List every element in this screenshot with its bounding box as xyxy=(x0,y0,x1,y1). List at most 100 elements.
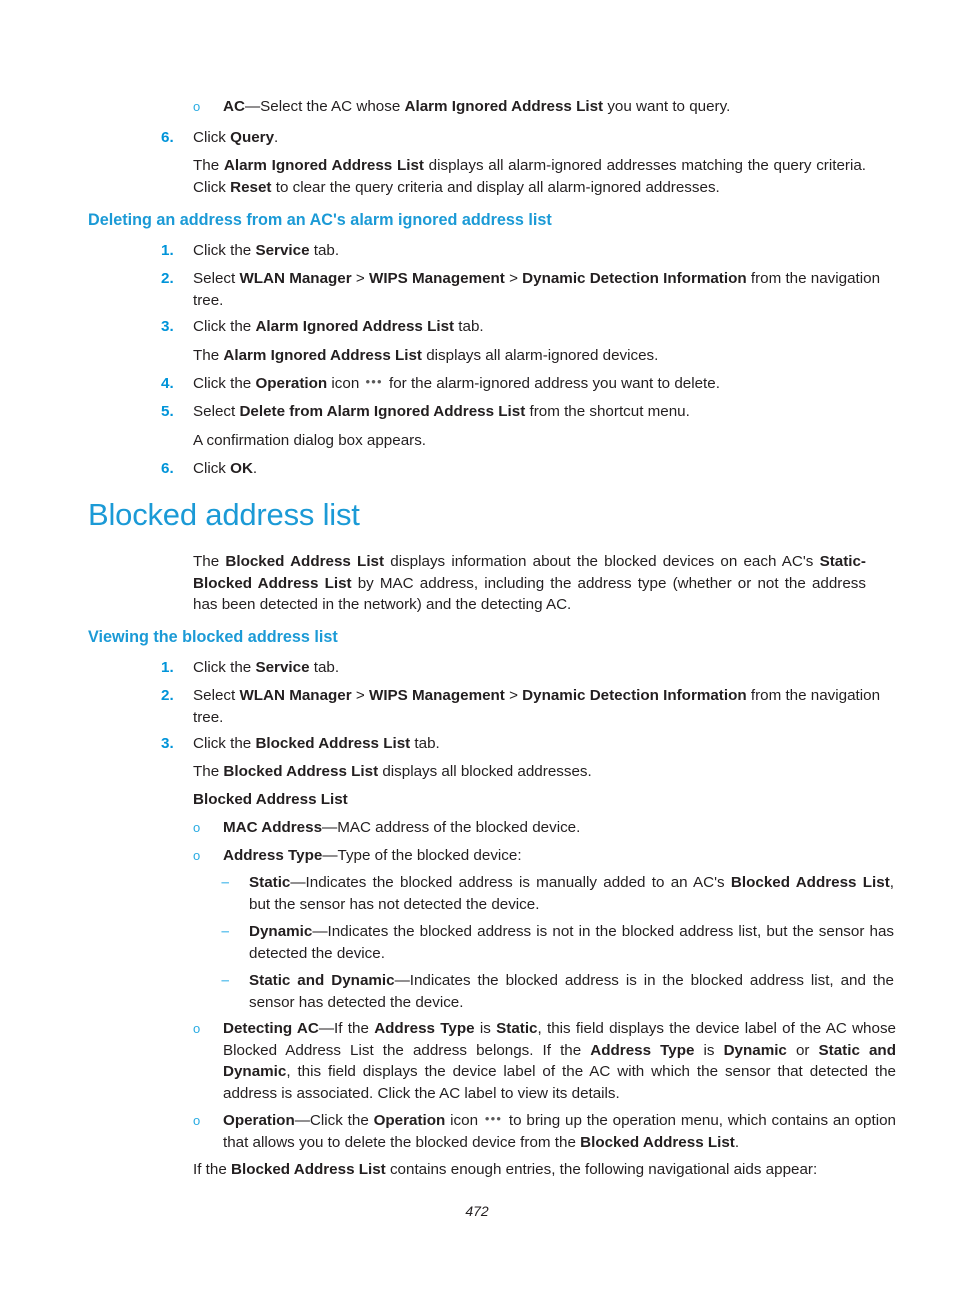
detecting-ac-p1: —If the xyxy=(318,1020,375,1037)
ui-service-tab-label: Service xyxy=(255,242,310,259)
para-post: contains enough entries, the following n… xyxy=(385,1161,818,1178)
step-pre: Click xyxy=(193,460,231,477)
step-pre: Click xyxy=(193,129,231,146)
step-number: 3. xyxy=(161,735,174,752)
circle-bullet-icon: o xyxy=(193,820,201,835)
step-click-blocked-address-list-tab: 3. Click the Blocked Address List tab. xyxy=(161,733,898,755)
field-name-detecting-ac: Detecting AC xyxy=(223,1020,319,1037)
step-select-delete-from-alarm-ignored-list: 5. Select Delete from Alarm Ignored Addr… xyxy=(161,401,898,423)
step-select-navigation-path: 2. Select WLAN Manager > WIPS Management… xyxy=(161,685,898,728)
step-number: 2. xyxy=(161,687,174,704)
term-alarm-ignored-address-list: Alarm Ignored Address List xyxy=(404,98,604,115)
nav-separator: > xyxy=(351,270,369,287)
nav-separator: > xyxy=(504,687,523,704)
step-pre: Click the xyxy=(193,375,256,392)
circle-bullet-icon: o xyxy=(193,848,201,863)
step-pre: Select xyxy=(193,403,240,420)
step-click-service-tab: 1. Click the Service tab. xyxy=(161,657,898,679)
ac-desc-text: —Select the AC whose xyxy=(244,98,405,115)
step-click-operation-icon: 4. Click the Operation icon ••• for the … xyxy=(161,373,898,395)
term-address-type: Address Type xyxy=(590,1041,695,1059)
step-number: 1. xyxy=(161,659,174,676)
field-name-address-type: Address Type xyxy=(223,847,323,864)
para-post: to clear the query criteria and display … xyxy=(271,178,720,196)
field-desc-address-type: —Type of the blocked device: xyxy=(322,847,522,864)
step-number: 4. xyxy=(161,375,174,392)
step-post: tab. xyxy=(410,735,440,752)
step-number: 1. xyxy=(161,242,174,259)
value-name-static-and-dynamic: Static and Dynamic xyxy=(249,972,395,989)
step-post: from the shortcut menu. xyxy=(525,403,690,420)
document-page: o AC—Select the AC whose Alarm Ignored A… xyxy=(0,0,954,1296)
nav-separator: > xyxy=(504,270,523,287)
detecting-ac-p6: , this field displays the device label o… xyxy=(223,1063,896,1102)
step-post: . xyxy=(252,460,258,477)
step-select-navigation-path: 2. Select WLAN Manager > WIPS Management… xyxy=(161,268,898,311)
value-name-dynamic: Dynamic xyxy=(249,923,313,940)
ac-desc-tail: you want to query. xyxy=(603,98,731,115)
list-item-detecting-ac-field: o Detecting AC—If the Address Type is St… xyxy=(193,1018,896,1104)
step-pre: Select xyxy=(193,687,240,704)
term-alarm-ignored-address-list: Alarm Ignored Address List xyxy=(223,347,422,364)
step-text: Click the Service tab. xyxy=(193,657,898,679)
field-name-operation: Operation xyxy=(223,1112,295,1129)
ui-reset-button-label: Reset xyxy=(230,178,272,196)
list-item-address-type-dynamic: – Dynamic—Indicates the blocked address … xyxy=(221,921,894,964)
list-item-mac-address-field: o MAC Address—MAC address of the blocked… xyxy=(193,817,896,839)
operation-p4: . xyxy=(734,1133,740,1151)
ui-blocked-address-list-tab-label: Blocked Address List xyxy=(255,735,411,752)
page-number: 472 xyxy=(465,1203,489,1219)
circle-bullet-icon: o xyxy=(193,99,201,114)
step-text: Click Query. xyxy=(193,127,898,149)
list-item-address-type-static-and-dynamic: – Static and Dynamic—Indicates the block… xyxy=(221,970,894,1013)
term-blocked-address-list: Blocked Address List xyxy=(225,553,385,570)
step-number: 5. xyxy=(161,403,174,420)
step-pre: Click the xyxy=(193,318,256,335)
step-number: 3. xyxy=(161,318,174,335)
step-pre: Click the xyxy=(193,659,256,676)
term-address-type: Address Type xyxy=(374,1020,475,1037)
paragraph-alarm-ignored-devices: The Alarm Ignored Address List displays … xyxy=(193,345,866,367)
para-pre: The xyxy=(193,763,224,780)
menu-item-delete-from-alarm-ignored-address-list: Delete from Alarm Ignored Address List xyxy=(239,403,526,420)
field-group-label-blocked-address-list: Blocked Address List xyxy=(193,791,348,808)
heading-viewing-blocked-address-list: Viewing the blocked address list xyxy=(88,628,338,646)
nav-item-wlan-manager: WLAN Manager xyxy=(239,270,352,287)
page-title-blocked-address-list: Blocked address list xyxy=(88,497,360,532)
term-blocked-address-list: Blocked Address List xyxy=(580,1133,735,1151)
para-pre: The xyxy=(193,157,224,174)
heading-deleting-address-from-alarm-ignored-list: Deleting an address from an AC's alarm i… xyxy=(88,211,552,229)
step-text: Click the Operation icon ••• for the ala… xyxy=(193,373,898,395)
term-alarm-ignored-address-list: Alarm Ignored Address List xyxy=(223,157,424,174)
value-dynamic: Dynamic xyxy=(723,1041,787,1059)
step-pre: Click the xyxy=(193,242,256,259)
step-text: Select WLAN Manager > WIPS Management > … xyxy=(193,685,898,728)
step-post: tab. xyxy=(309,242,340,259)
operation-ellipsis-icon: ••• xyxy=(365,374,383,389)
para-post: displays all blocked addresses. xyxy=(378,763,592,780)
nav-item-dynamic-detection-information: Dynamic Detection Information xyxy=(522,270,747,287)
step-mid: icon xyxy=(327,375,364,392)
value-name-static: Static xyxy=(249,874,291,891)
step-text: Select Delete from Alarm Ignored Address… xyxy=(193,401,898,423)
nav-item-wips-management: WIPS Management xyxy=(368,270,505,287)
ui-operation-label: Operation xyxy=(255,375,328,392)
step-post: tab. xyxy=(454,318,484,335)
list-item-operation-field: o Operation—Click the Operation icon •••… xyxy=(193,1110,896,1153)
paragraph-confirmation-dialog: A confirmation dialog box appears. xyxy=(193,432,427,449)
term-ac: AC xyxy=(223,98,245,115)
step-text: Click OK. xyxy=(193,458,898,480)
operation-p1: —Click the xyxy=(294,1112,374,1129)
nav-item-dynamic-detection-information: Dynamic Detection Information xyxy=(522,687,747,704)
step-post: tab. xyxy=(309,659,340,676)
paragraph-blocked-addresses-displayed: The Blocked Address List displays all bl… xyxy=(193,761,866,783)
step-text: Click the Alarm Ignored Address List tab… xyxy=(193,316,898,338)
list-item-address-type-field: o Address Type—Type of the blocked devic… xyxy=(193,845,896,867)
field-name-mac-address: MAC Address xyxy=(223,819,323,836)
step-click-service-tab: 1. Click the Service tab. xyxy=(161,240,898,262)
ui-ok-button-label: OK xyxy=(230,460,253,477)
field-desc-mac-address: —MAC address of the blocked device. xyxy=(322,819,581,836)
dash-bullet-icon: – xyxy=(221,972,230,989)
paragraph-blocked-address-list-intro: The Blocked Address List displays inform… xyxy=(193,551,866,616)
para-pre: If the xyxy=(193,1161,231,1178)
